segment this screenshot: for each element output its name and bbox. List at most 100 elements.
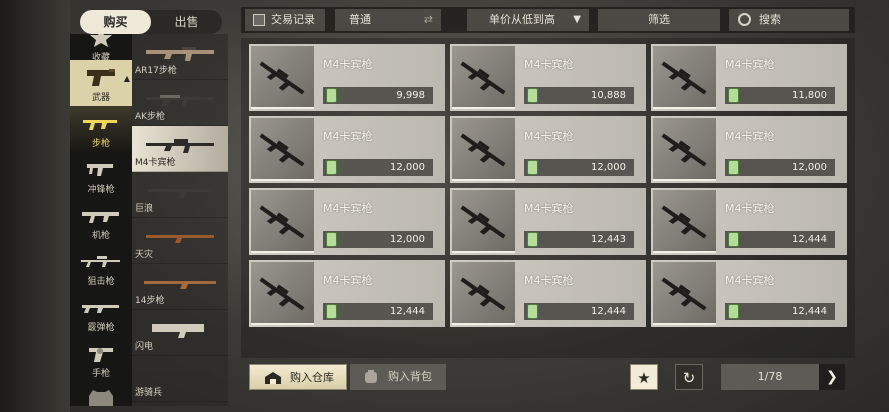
scoped-rifle-icon xyxy=(146,235,214,243)
item-thumbnail xyxy=(653,46,716,109)
listing-card[interactable]: M4卡宾枪 12,444 xyxy=(450,260,646,327)
weapon-list: AR17步枪 AK步枪 M4卡宾枪 巨浪 天灾 14步枪 闪电 游骑兵 xyxy=(132,34,228,406)
category-weapons[interactable]: 武器 ▲ xyxy=(70,60,132,106)
weapon-item-tianzai[interactable]: 天灾 xyxy=(132,218,228,264)
pistol-icon xyxy=(87,69,115,86)
m14-rifle-icon xyxy=(144,281,216,289)
price-bar: 11,800 xyxy=(725,87,835,104)
price-bar: 9,998 xyxy=(323,87,433,104)
trade-history-button[interactable]: 交易记录 xyxy=(245,9,325,31)
category-shotgun[interactable]: 霰弹枪 xyxy=(70,290,132,336)
listing-name: M4卡宾枪 xyxy=(323,58,373,71)
listing-price: 12,000 xyxy=(390,234,425,245)
warehouse-label: 购入仓库 xyxy=(290,371,334,384)
weapon-item-ak[interactable]: AK步枪 xyxy=(132,80,228,126)
tab-buy[interactable]: 购买 xyxy=(80,10,151,34)
weapon-item-label: 14步枪 xyxy=(135,296,165,306)
listing-price: 12,444 xyxy=(591,306,626,317)
weapon-item-ar17[interactable]: AR17步枪 xyxy=(132,34,228,80)
backpack-icon xyxy=(365,370,377,383)
listing-name: M4卡宾枪 xyxy=(323,202,373,215)
filter-button[interactable]: 筛选 xyxy=(598,9,720,31)
category-label: 狙击枪 xyxy=(87,277,115,287)
thumbnail-underline xyxy=(452,323,515,325)
category-armor[interactable] xyxy=(70,382,132,406)
search-icon xyxy=(738,13,751,26)
search-label: 搜索 xyxy=(759,13,781,26)
chevron-up-icon: ▲ xyxy=(123,74,130,83)
price-bar: 12,444 xyxy=(323,303,433,320)
category-smg[interactable]: 冲锋枪 xyxy=(70,152,132,198)
category-label: 冲锋枪 xyxy=(87,185,115,195)
currency-icon xyxy=(728,304,739,319)
weapon-item-shandian[interactable]: 闪电 xyxy=(132,310,228,356)
search-button[interactable]: 搜索 xyxy=(729,9,849,31)
listing-card[interactable]: M4卡宾枪 12,000 xyxy=(450,116,646,183)
vest-icon xyxy=(89,390,113,406)
sniper-icon xyxy=(81,256,120,267)
listing-card[interactable]: M4卡宾枪 12,443 xyxy=(450,188,646,255)
refresh-button[interactable]: ↻ xyxy=(675,364,703,390)
currency-icon xyxy=(326,304,337,319)
category-sniper[interactable]: 狙击枪 xyxy=(70,244,132,290)
listing-name: M4卡宾枪 xyxy=(524,202,574,215)
trade-history-label: 交易记录 xyxy=(271,13,315,26)
item-thumbnail xyxy=(251,262,314,325)
listing-card[interactable]: M4卡宾枪 9,998 xyxy=(249,44,445,111)
category-sidebar: 收藏 武器 ▲ 步枪 冲锋枪 机枪 狙击枪 霰弹枪 手枪 xyxy=(70,34,132,406)
warehouse-icon xyxy=(265,372,281,384)
thumbnail-underline xyxy=(653,107,716,109)
weapon-item-ranger[interactable]: 游骑兵 xyxy=(132,356,228,402)
listing-card[interactable]: M4卡宾枪 11,800 xyxy=(651,44,847,111)
weapon-item-jualang[interactable]: 巨浪 xyxy=(132,172,228,218)
category-pistol[interactable]: 手枪 xyxy=(70,336,132,382)
shotgun-icon xyxy=(82,305,119,313)
buy-to-backpack-button[interactable]: 购入背包 xyxy=(350,364,446,390)
listing-card[interactable]: M4卡宾枪 10,888 xyxy=(450,44,646,111)
weapon-item-label: AR17步枪 xyxy=(135,66,177,76)
currency-icon xyxy=(326,88,337,103)
market-toolbar: 交易记录 普通 ⇄ 单价从低到高 ▼ 筛选 搜索 xyxy=(241,7,855,33)
item-thumbnail xyxy=(452,190,515,253)
listing-card[interactable]: M4卡宾枪 12,000 xyxy=(651,116,847,183)
listing-price: 11,800 xyxy=(792,90,827,101)
mode-toggle[interactable]: 普通 ⇄ xyxy=(335,9,441,31)
star-icon xyxy=(90,34,112,47)
item-thumbnail xyxy=(251,190,314,253)
ranger-rifle-icon xyxy=(146,373,214,382)
favorite-button[interactable]: ★ xyxy=(630,364,658,390)
thumbnail-underline xyxy=(452,179,515,181)
listing-card[interactable]: M4卡宾枪 12,000 xyxy=(249,188,445,255)
price-bar: 12,444 xyxy=(725,303,835,320)
sort-dropdown[interactable]: 单价从低到高 ▼ xyxy=(467,9,589,31)
swap-icon: ⇄ xyxy=(423,13,433,26)
weapon-item-14[interactable]: 14步枪 xyxy=(132,264,228,310)
item-thumbnail xyxy=(653,118,716,181)
category-rifle[interactable]: 步枪 xyxy=(70,106,132,152)
listing-card[interactable]: M4卡宾枪 12,000 xyxy=(249,116,445,183)
listing-name: M4卡宾枪 xyxy=(323,274,373,287)
star-icon: ★ xyxy=(637,369,651,387)
item-thumbnail xyxy=(452,262,515,325)
weapon-item-m4[interactable]: M4卡宾枪 xyxy=(132,126,228,172)
listing-name: M4卡宾枪 xyxy=(323,130,373,143)
category-machine-gun[interactable]: 机枪 xyxy=(70,198,132,244)
listing-price: 10,888 xyxy=(591,90,626,101)
thumbnail-underline xyxy=(653,323,716,325)
category-label: 步枪 xyxy=(91,139,110,149)
buy-to-warehouse-button[interactable]: 购入仓库 xyxy=(249,364,347,390)
listing-price: 12,000 xyxy=(792,162,827,173)
history-icon xyxy=(253,14,265,26)
ar17-rifle-icon xyxy=(146,47,214,61)
tab-sell[interactable]: 出售 xyxy=(151,10,222,34)
listing-card[interactable]: M4卡宾枪 12,444 xyxy=(249,260,445,327)
item-thumbnail xyxy=(251,118,314,181)
next-page-button[interactable]: ❯ xyxy=(819,364,845,390)
thumbnail-underline xyxy=(251,179,314,181)
backpack-label: 购入背包 xyxy=(388,370,432,383)
currency-icon xyxy=(728,88,739,103)
listing-card[interactable]: M4卡宾枪 12,444 xyxy=(651,260,847,327)
chevron-down-icon: ▼ xyxy=(573,14,581,25)
listing-card[interactable]: M4卡宾枪 12,444 xyxy=(651,188,847,255)
weapon-item-label: 巨浪 xyxy=(135,204,154,214)
